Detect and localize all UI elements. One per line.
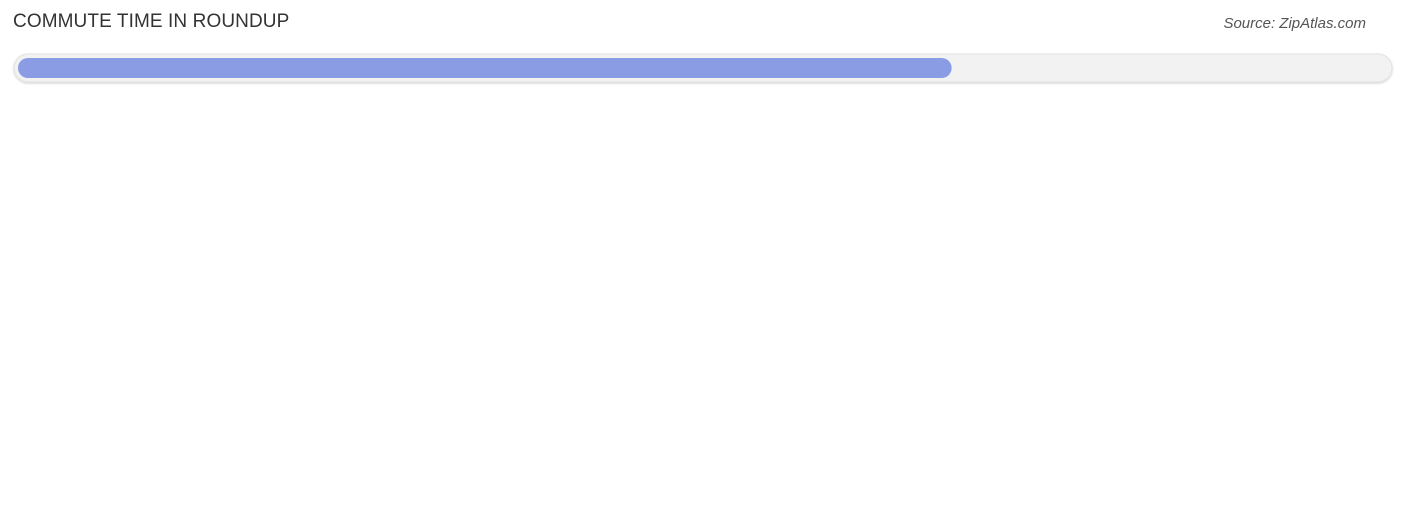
bar-chart [13,53,1393,83]
bar-rows [13,53,1393,83]
bar-row [13,53,1393,83]
bar [18,58,952,78]
